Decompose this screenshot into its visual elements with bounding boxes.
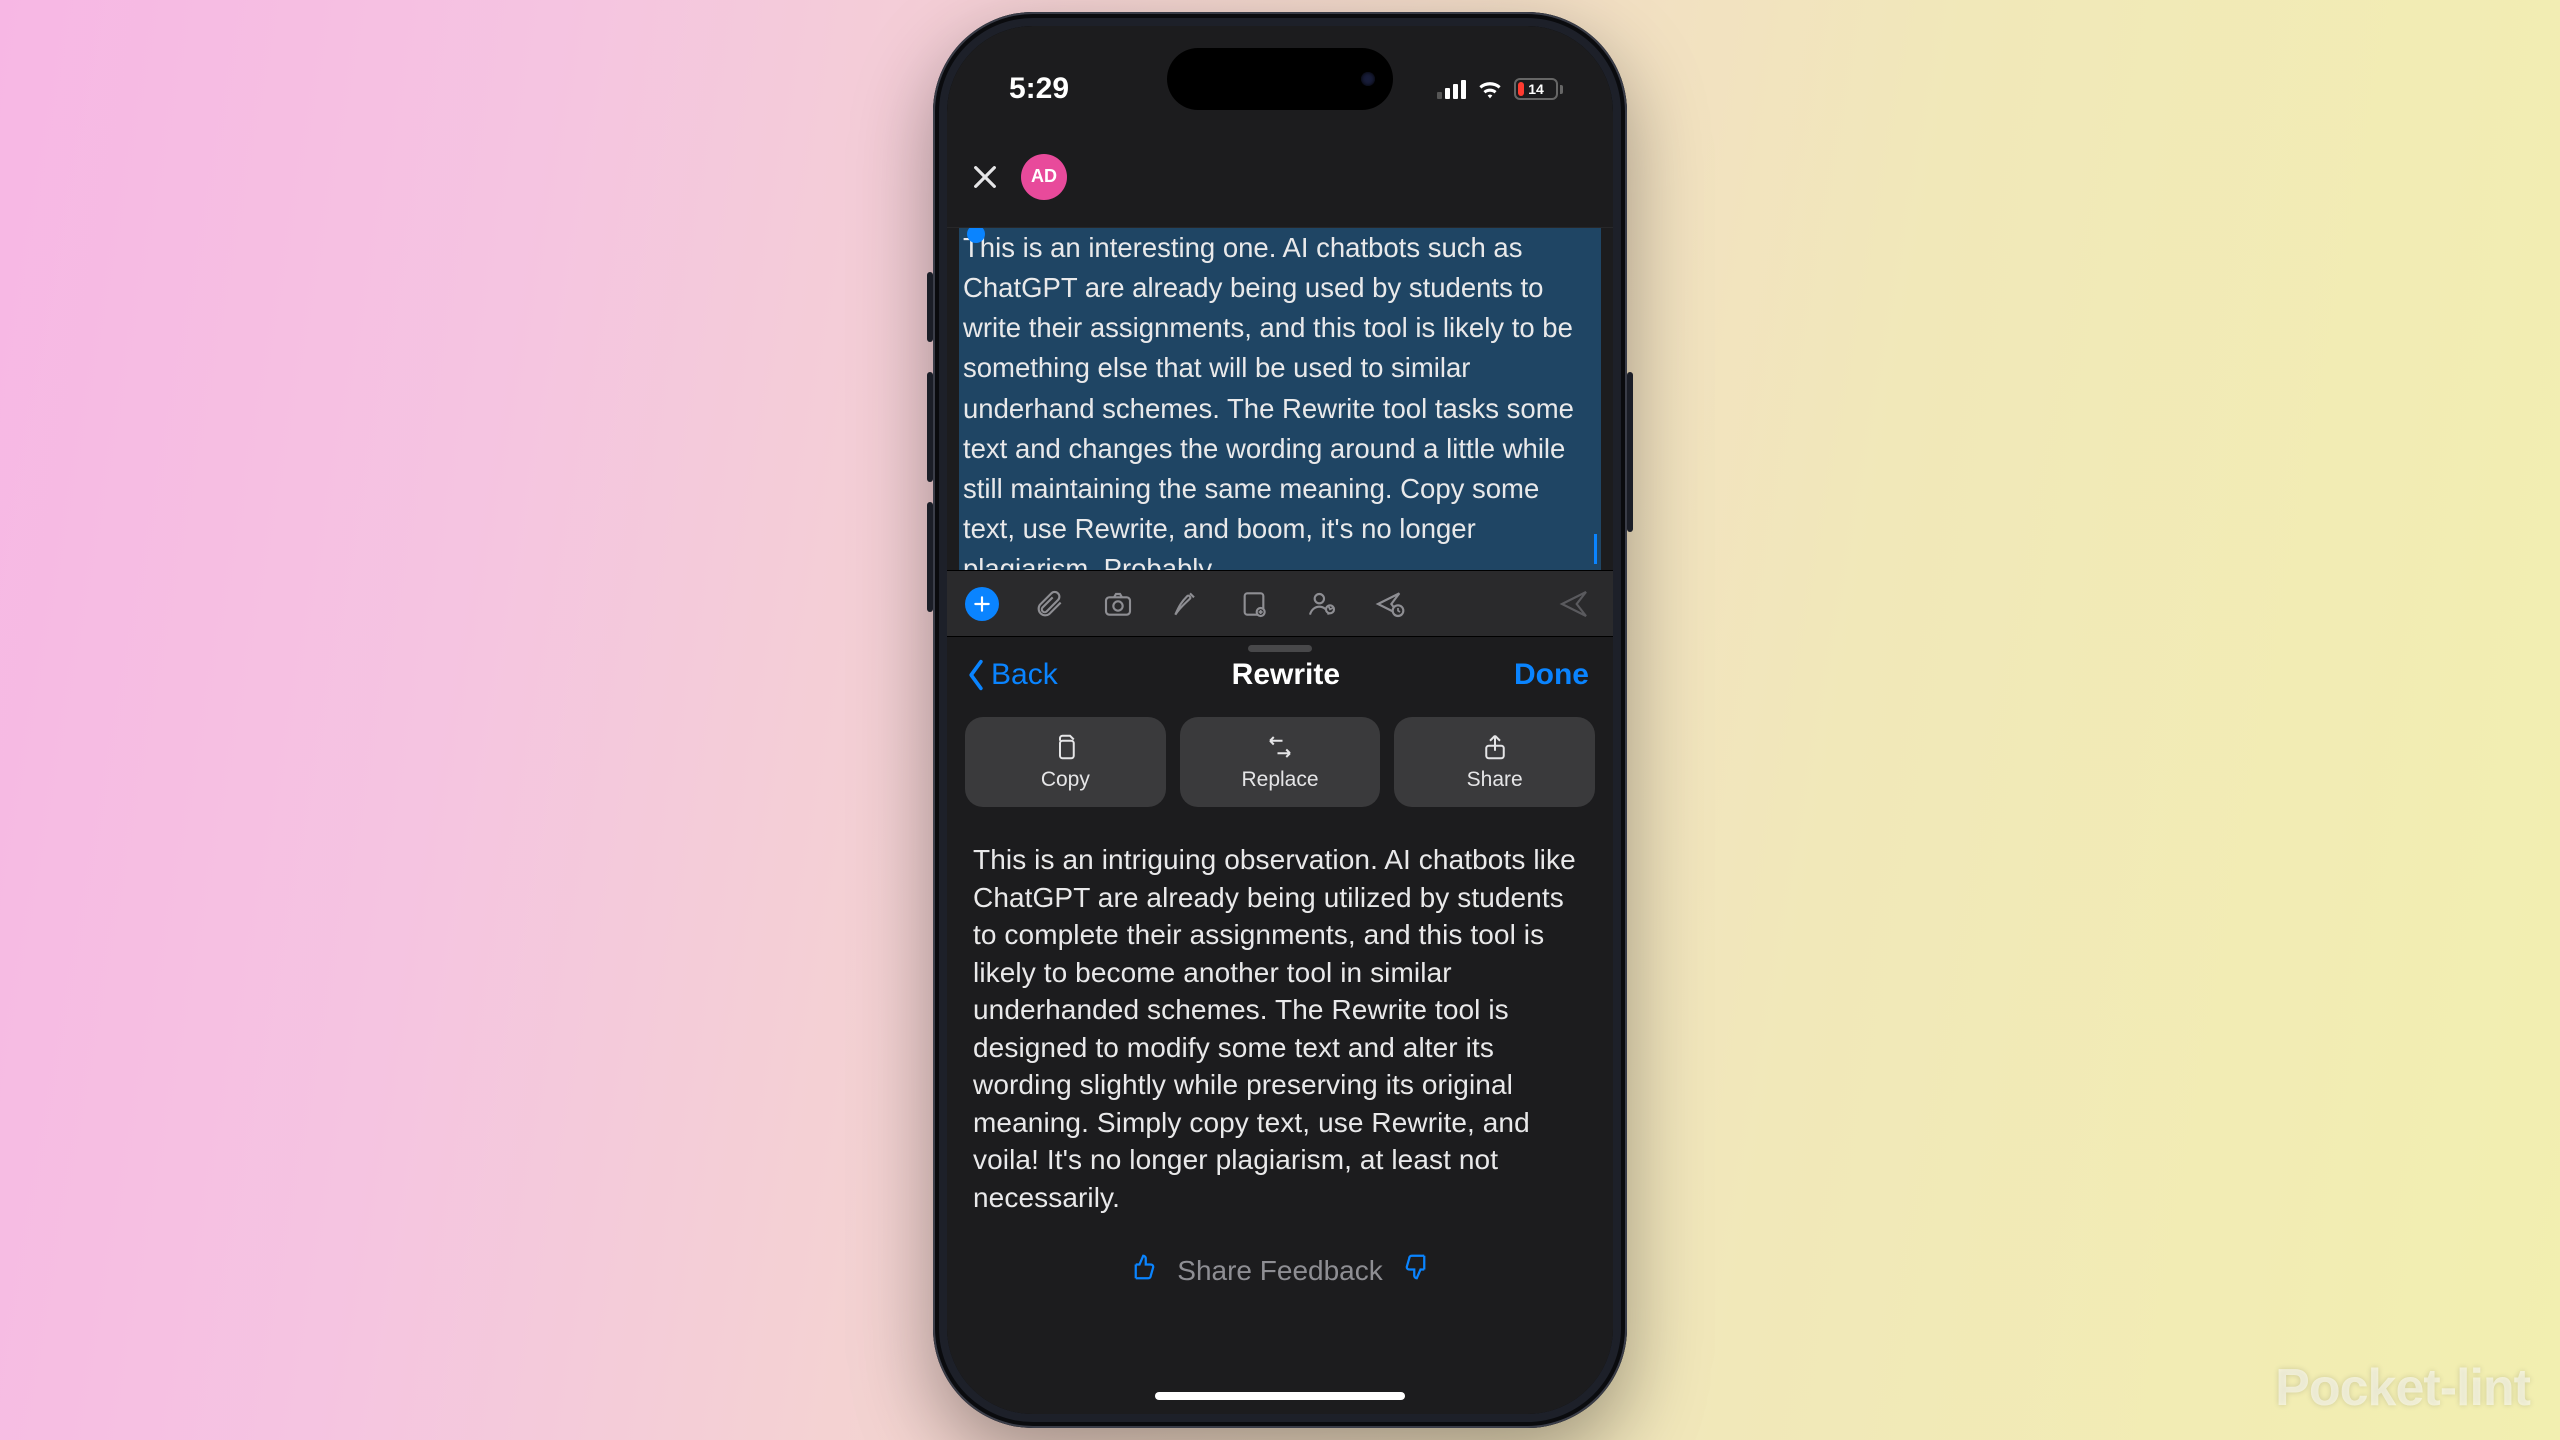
attachment-icon[interactable] [1033,587,1067,621]
replace-button[interactable]: Replace [1180,717,1381,807]
writing-tools-sheet: Back Rewrite Done Copy Replace [947,636,1613,1414]
sheet-title: Rewrite [1232,658,1340,692]
watermark: Pocket-lint [2275,1358,2530,1418]
selection-handle-end[interactable] [1594,534,1597,564]
share-button[interactable]: Share [1394,717,1595,807]
screen: 5:29 14 AD [947,26,1613,1414]
camera-icon[interactable] [1101,587,1135,621]
replace-label: Replace [1241,768,1318,792]
thumbs-up-icon[interactable] [1127,1252,1157,1289]
status-time: 5:29 [1009,72,1069,106]
dynamic-island [1167,48,1393,110]
thumbs-down-icon[interactable] [1403,1252,1433,1289]
volume-up-button [927,372,933,482]
iphone-frame: 5:29 14 AD [933,12,1627,1428]
send-icon[interactable] [1557,587,1591,621]
camera-dot [1361,72,1375,86]
share-label: Share [1467,768,1523,792]
sheet-grabber[interactable] [1248,645,1312,652]
battery-percent: 14 [1528,81,1544,97]
compose-body[interactable]: This is an interesting one. AI chatbots … [947,228,1613,570]
cellular-icon [1437,79,1466,99]
action-row: Copy Replace Share [947,711,1613,807]
compose-toolbar [947,570,1613,636]
rewrite-result[interactable]: This is an intriguing observation. AI ch… [947,807,1613,1216]
mute-switch [927,272,933,342]
compose-header: AD [947,126,1613,228]
compose-text-content: This is an interesting one. AI chatbots … [963,232,1574,570]
avatar[interactable]: AD [1021,154,1067,200]
back-label: Back [991,658,1058,692]
done-button[interactable]: Done [1514,658,1589,692]
copy-label: Copy [1041,768,1090,792]
feedback-row: Share Feedback [947,1216,1613,1325]
close-icon[interactable] [969,161,1001,193]
home-indicator[interactable] [1155,1392,1405,1400]
contact-add-icon[interactable] [1305,587,1339,621]
markup-icon[interactable] [1169,587,1203,621]
copy-button[interactable]: Copy [965,717,1166,807]
scan-document-icon[interactable] [1237,587,1271,621]
mail-app: AD This is an interesting one. AI chatbo… [947,26,1613,1414]
side-button [1627,372,1633,532]
send-later-icon[interactable] [1373,587,1407,621]
avatar-initials: AD [1031,166,1057,187]
wifi-icon [1476,78,1504,100]
battery-icon: 14 [1514,78,1563,100]
volume-down-button [927,502,933,612]
add-button[interactable] [965,587,999,621]
selected-text[interactable]: This is an interesting one. AI chatbots … [959,228,1601,570]
back-button[interactable]: Back [963,658,1058,692]
feedback-label[interactable]: Share Feedback [1177,1255,1382,1287]
